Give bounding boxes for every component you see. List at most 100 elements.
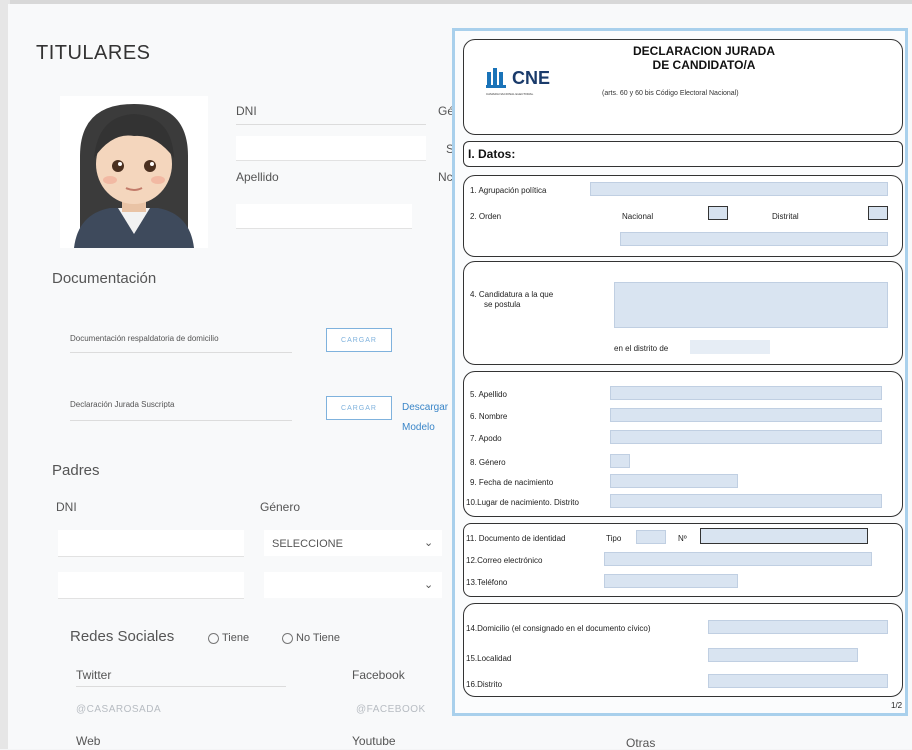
- form-header: CNE CAMARA NACIONAL ELECTORAL DECLARACIO…: [463, 39, 903, 135]
- apellido-input[interactable]: [236, 204, 412, 229]
- chevron-down-icon: ⌄: [424, 537, 434, 549]
- section-datos: I. Datos:: [463, 141, 903, 167]
- f15-label: 15.Localidad: [466, 654, 512, 663]
- f7-label: 7. Apodo: [470, 434, 502, 443]
- twitter-label: Twitter: [76, 668, 112, 682]
- padre-dni-input[interactable]: [58, 530, 244, 557]
- cne-logo-icon: [486, 68, 506, 88]
- dni-input[interactable]: [236, 136, 426, 161]
- numero-label: Nº: [678, 534, 687, 543]
- doc-domicilio-label: Documentación respaldatoria de domicilio: [70, 334, 219, 343]
- f2-label: 2. Orden: [470, 212, 502, 221]
- radio-no-tiene[interactable]: No Tiene: [282, 632, 340, 644]
- facebook-input[interactable]: @FACEBOOK: [356, 704, 426, 715]
- woman-emoji-icon: [74, 104, 194, 248]
- cne-declaracion-form: CNE CAMARA NACIONAL ELECTORAL DECLARACIO…: [452, 28, 908, 716]
- form-title-line1: DECLARACION JURADA: [632, 44, 775, 58]
- radio-tiene-label: Tiene: [222, 632, 250, 644]
- chevron-down-icon: ⌄: [424, 579, 434, 591]
- madre-dni-input[interactable]: [58, 572, 244, 599]
- f1-label: 1. Agrupación política: [470, 186, 547, 195]
- f8-label: 8. Género: [470, 458, 506, 467]
- en-distrito-label: en el distrito de: [614, 344, 669, 353]
- f5-input[interactable]: [610, 386, 882, 400]
- f12-input[interactable]: [604, 552, 872, 566]
- radio-no-tiene-label: No Tiene: [296, 632, 341, 644]
- f14-label: 14.Domicilio (el consignado en el docume…: [466, 624, 651, 633]
- f6-label: 6. Nombre: [470, 412, 508, 421]
- youtube-label: Youtube: [352, 734, 396, 748]
- nacional-label: Nacional: [622, 212, 654, 221]
- cargar-ddjj-button[interactable]: CARGAR: [326, 396, 392, 420]
- nacional-checkbox[interactable]: [708, 206, 728, 220]
- f16-label: 16.Distrito: [466, 680, 503, 689]
- numero-input[interactable]: [700, 528, 868, 544]
- dni-label: DNI: [236, 104, 257, 118]
- form-box-candidatura: 4. Candidatura a la que se postula en el…: [463, 261, 903, 365]
- apellido-label: Apellido: [236, 170, 279, 184]
- form-box-documento: 11. Documento de identidad Tipo Nº 12.Co…: [463, 523, 903, 597]
- f6-input[interactable]: [610, 408, 882, 422]
- radio-tiene[interactable]: Tiene: [208, 632, 249, 644]
- twitter-input[interactable]: @CASAROSADA: [76, 704, 161, 715]
- doc-ddjj-underline: [70, 420, 292, 421]
- f7-input[interactable]: [610, 430, 882, 444]
- f10-label: 10.Lugar de nacimiento. Distrito: [466, 498, 579, 507]
- form-subtitle: (arts. 60 y 60 bis Código Electoral Naci…: [602, 90, 739, 97]
- form-box-agrupacion: 1. Agrupación política 2. Orden Nacional…: [463, 175, 903, 257]
- f11-label: 11. Documento de identidad: [466, 534, 566, 543]
- padre-genero-value: SELECCIONE: [272, 538, 343, 550]
- web-label: Web: [76, 734, 101, 748]
- f12-label: 12.Correo electrónico: [466, 556, 543, 565]
- f1-input[interactable]: [590, 182, 888, 196]
- distrital-label: Distrital: [772, 212, 799, 221]
- documentacion-title: Documentación: [52, 270, 157, 287]
- f5-label: 5. Apellido: [470, 390, 507, 399]
- f4-label: 4. Candidatura a la que: [470, 290, 554, 299]
- f9-label: 9. Fecha de nacimiento: [470, 478, 554, 487]
- f3-input[interactable]: [620, 232, 888, 246]
- f4-input[interactable]: [614, 282, 888, 328]
- dni-underline: [236, 124, 426, 125]
- f13-label: 13.Teléfono: [466, 578, 508, 587]
- tipo-input[interactable]: [636, 530, 666, 544]
- form-page-number: 1/2: [891, 701, 903, 710]
- distrital-checkbox[interactable]: [868, 206, 888, 220]
- section-datos-title: I. Datos:: [468, 147, 516, 161]
- radio-circle-icon: [282, 632, 293, 644]
- avatar: [60, 96, 208, 248]
- doc-ddjj-label: Declaración Jurada Suscripta: [70, 400, 175, 409]
- descargar-modelo-link[interactable]: Descargar: [402, 402, 448, 413]
- nombre-label: Nc: [438, 170, 453, 184]
- form-title-line2: DE CANDIDATO/A: [652, 58, 756, 72]
- doc-domicilio-underline: [70, 352, 292, 353]
- radio-circle-icon: [208, 632, 219, 644]
- twitter-underline: [76, 686, 286, 687]
- cargar-domicilio-button[interactable]: CARGAR: [326, 328, 392, 352]
- form-box-domicilio: 14.Domicilio (el consignado en el docume…: [463, 603, 903, 697]
- facebook-label: Facebook: [352, 668, 405, 682]
- otras-label: Otras: [626, 736, 656, 750]
- redes-title: Redes Sociales: [70, 628, 175, 645]
- f14-input[interactable]: [708, 620, 888, 634]
- form-box-datos-personales: 5. Apellido 6. Nombre 7. Apodo 8. Género…: [463, 371, 903, 517]
- f10-input[interactable]: [610, 494, 882, 508]
- f16-input[interactable]: [708, 674, 888, 688]
- f13-input[interactable]: [604, 574, 738, 588]
- padres-title: Padres: [52, 462, 100, 479]
- f8-input[interactable]: [610, 454, 630, 468]
- descargar-modelo-link-line2[interactable]: Modelo: [402, 422, 435, 433]
- distrito-input[interactable]: [690, 340, 770, 354]
- f4-label-line2: se postula: [484, 300, 521, 309]
- cne-logo: CNE CAMARA NACIONAL ELECTORAL: [486, 66, 550, 96]
- page-title: TITULARES: [36, 42, 151, 64]
- padre-genero-select[interactable]: SELECCIONE ⌄: [264, 530, 442, 556]
- cne-logo-sub: CAMARA NACIONAL ELECTORAL: [486, 92, 534, 96]
- f9-input[interactable]: [610, 474, 738, 488]
- madre-genero-select[interactable]: ⌄: [264, 572, 442, 598]
- f15-input[interactable]: [708, 648, 858, 662]
- cne-logo-text: CNE: [512, 68, 551, 88]
- padres-dni-label: DNI: [56, 500, 77, 514]
- tipo-label: Tipo: [606, 534, 622, 543]
- padres-genero-label: Género: [260, 500, 301, 514]
